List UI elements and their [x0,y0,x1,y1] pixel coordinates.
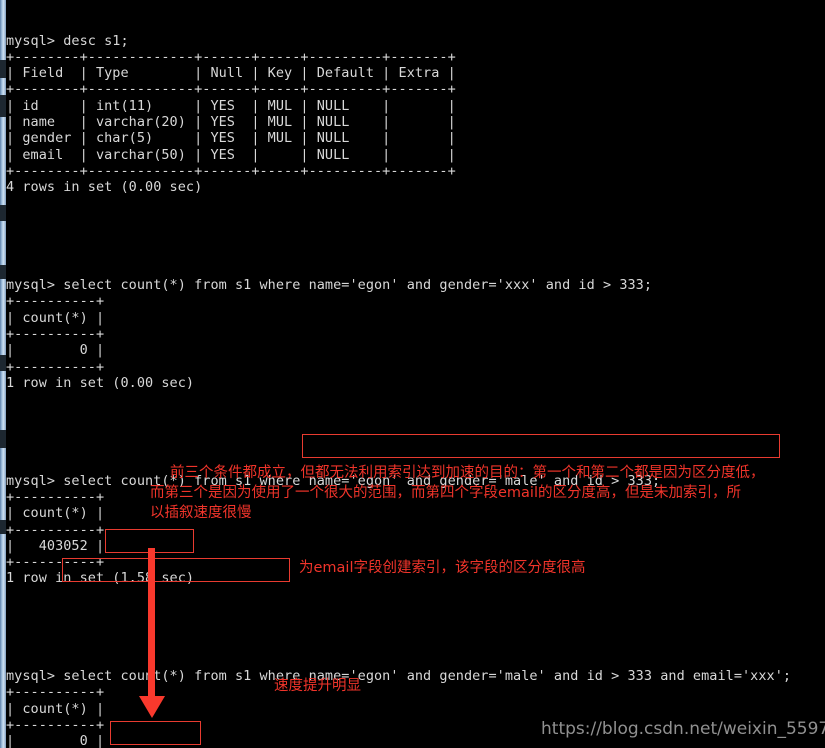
watermark-url: https://blog.csdn.net/weixin_55972781 [541,719,825,739]
annotation-create-index: 为email字段创建索引，该字段的区分度很高 [299,560,586,576]
annotation-slow-line3: 以插叙速度很慢 [150,505,252,521]
annotation-speedup: 速度提升明显 [274,678,361,694]
terminal-output: mysql> desc s1; +--------+-------------+… [6,0,791,748]
terminal-block-desc: mysql> desc s1; +--------+-------------+… [6,32,456,196]
down-arrow-head [138,696,165,718]
terminal-block-query1: mysql> select count(*) from s1 where nam… [6,277,653,391]
annotation-slow-line1: 前三个条件都成立，但都无法利用索引达到加速的目的：第一个和第二个都是因为区分度低… [170,465,765,481]
down-arrow-shaft [148,548,155,700]
terminal-screenshot: mysql> desc s1; +--------+-------------+… [0,0,825,748]
annotation-slow-line2: 而第三个是因为使用了一个很大的范围，而第四个字段email的区分度高，但是未加索… [150,485,741,501]
